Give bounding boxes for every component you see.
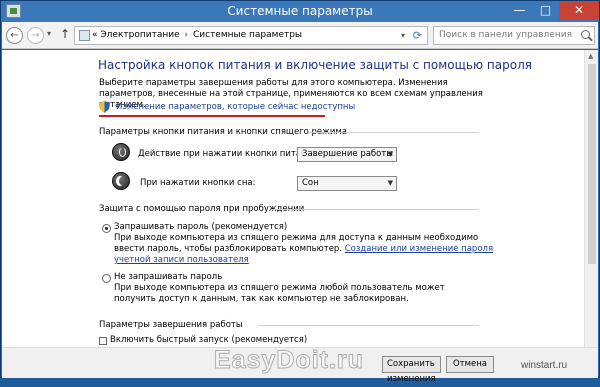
no-password-radio[interactable] [102,274,111,283]
arrow-right-icon: → [31,30,40,41]
refresh-icon[interactable]: ⟳ [413,27,422,44]
require-password-label[interactable]: Запрашивать пароль (рекомендуется) [114,222,287,232]
section-divider [309,132,479,133]
section-divider [271,209,479,210]
save-changes-button[interactable]: Сохранить изменения [382,356,441,384]
control-panel-window: Системные параметры — □ ✕ ← → ▾ ↑ « Элек… [0,0,600,384]
breadcrumb-prefix: « [92,30,98,40]
arrow-left-icon: ← [10,30,19,41]
shield-icon [99,101,110,113]
no-password-label[interactable]: Не запрашивать пароль [114,272,222,282]
shutdown-section-heading: Параметры завершения работы [99,320,243,330]
fast-startup-label[interactable]: Включить быстрый запуск (рекомендуется) [110,335,307,345]
change-unavailable-settings-link[interactable]: Изменение параметров, которые сейчас нед… [116,102,355,112]
search-icon[interactable] [581,30,590,39]
section-divider [258,325,479,326]
title-bar: Системные параметры — □ ✕ [1,1,599,22]
cancel-button[interactable]: Отмена [446,356,494,373]
highlight-underline [99,115,325,117]
breadcrumb-power-options[interactable]: Электропитание [100,30,179,40]
arrow-up-icon: ↑ [60,27,71,41]
power-button-icon [112,143,130,161]
require-password-radio[interactable] [102,224,111,233]
fast-startup-checkbox[interactable] [99,337,107,345]
vertical-scrollbar[interactable]: ▲ [584,50,598,347]
sleep-button-action-select[interactable]: Сон ▼ [297,176,397,191]
folder-icon [79,30,90,41]
forward-button[interactable]: → [27,27,44,44]
watermark-logo: EasyDoit.ru [214,346,364,375]
up-button[interactable]: ↑ [60,27,70,41]
navigation-bar: ← → ▾ ↑ « Электропитание › Системные пар… [2,22,598,49]
page-title: Настройка кнопок питания и включение защ… [98,58,532,72]
breadcrumb-separator: › [184,30,189,40]
sleep-button-icon [112,172,130,190]
power-button-label: Действие при нажатии кнопки питания: [138,149,321,159]
recent-pages-chevron-icon[interactable]: ▾ [47,29,51,38]
sleep-button-action-value: Сон [302,178,319,188]
address-bar[interactable]: « Электропитание › Системные параметры ▾… [74,26,428,45]
scroll-up-icon[interactable]: ▲ [588,52,593,60]
sleep-button-label: При нажатии кнопки сна: [140,178,256,188]
close-button[interactable]: ✕ [559,1,599,20]
address-dropdown-icon[interactable]: ▾ [401,27,405,44]
power-button-action-select[interactable]: Завершение работы ▼ [297,147,397,162]
back-button[interactable]: ← [6,27,23,44]
chevron-down-icon: ▼ [387,179,393,187]
site-watermark: winstart.ru [521,360,568,371]
power-button-action-value: Завершение работы [302,149,394,159]
search-placeholder: Поиск в панели управления [439,30,572,40]
main-content: Настройка кнопок питания и включение защ… [2,50,598,347]
search-input[interactable]: Поиск в панели управления [433,26,595,45]
require-password-description: При выходе компьютера из спящего режима … [114,233,494,266]
no-password-description: При выходе компьютера из спящего режима … [114,283,445,304]
minimize-button[interactable]: — [507,1,532,20]
maximize-button[interactable]: □ [533,1,558,20]
chevron-down-icon: ▼ [387,150,393,158]
breadcrumb-system-settings[interactable]: Системные параметры [193,30,302,40]
scrollbar-thumb[interactable] [588,64,596,264]
